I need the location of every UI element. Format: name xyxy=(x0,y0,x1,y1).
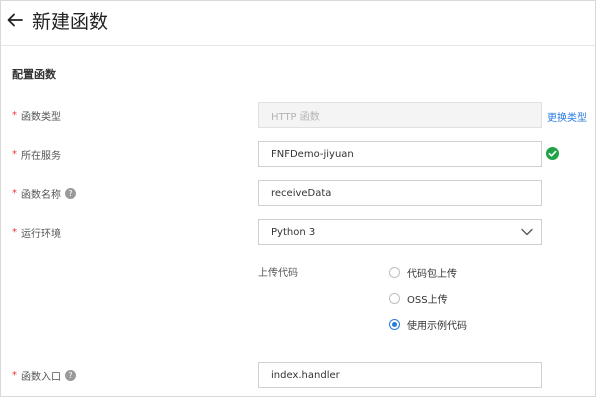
required-asterisk: * xyxy=(12,226,17,238)
runtime-select[interactable]: Python 3 xyxy=(258,219,542,245)
radio-button[interactable] xyxy=(389,293,400,304)
runtime-value: Python 3 xyxy=(271,226,316,238)
entry-label-row: * 函数入口 ? xyxy=(12,367,76,383)
runtime-label: 运行环境 xyxy=(21,228,61,240)
function-name-label-row: * 函数名称 ? xyxy=(12,185,76,201)
function-name-label: 函数名称 xyxy=(21,189,61,201)
required-asterisk: * xyxy=(12,369,17,381)
change-type-link[interactable]: 更换类型 xyxy=(547,109,587,124)
entry-label: 函数入口 xyxy=(21,371,61,383)
radio-label: OSS上传 xyxy=(407,295,448,306)
required-asterisk: * xyxy=(12,109,17,121)
runtime-label-row: * 运行环境 xyxy=(12,224,61,240)
radio-label: 代码包上传 xyxy=(407,269,457,280)
function-name-input[interactable]: receiveData xyxy=(258,180,542,206)
function-type-field: HTTP 函数 xyxy=(258,102,542,128)
entry-value: index.handler xyxy=(271,369,340,381)
function-type-label-row: * 函数类型 xyxy=(12,107,61,123)
entry-input[interactable]: index.handler xyxy=(258,362,542,388)
page-title: 新建函数 xyxy=(32,10,109,33)
service-field[interactable]: FNFDemo-jiyuan xyxy=(258,141,542,167)
check-circle-icon xyxy=(546,147,559,160)
radio-label: 使用示例代码 xyxy=(407,321,467,332)
service-value: FNFDemo-jiyuan xyxy=(271,148,354,160)
function-type-value: HTTP 函数 xyxy=(271,111,320,123)
function-type-label: 函数类型 xyxy=(21,111,61,123)
section-title: 配置函数 xyxy=(12,68,56,81)
required-asterisk: * xyxy=(12,187,17,199)
radio-button-selected[interactable] xyxy=(389,319,400,330)
question-circle-icon[interactable]: ? xyxy=(65,369,76,381)
page-header: 新建函数 xyxy=(6,6,108,34)
function-name-value: receiveData xyxy=(271,187,332,199)
radio-button[interactable] xyxy=(389,267,400,278)
service-label: 所在服务 xyxy=(21,150,61,162)
header-divider xyxy=(1,45,595,46)
required-asterisk: * xyxy=(12,148,17,160)
radio-option-sample-code[interactable]: 使用示例代码 xyxy=(389,317,467,332)
service-label-row: * 所在服务 xyxy=(12,146,61,162)
arrow-left-icon[interactable] xyxy=(6,11,24,29)
question-circle-icon[interactable]: ? xyxy=(65,187,76,199)
radio-option-package-upload[interactable]: 代码包上传 xyxy=(389,265,457,280)
radio-option-oss-upload[interactable]: OSS上传 xyxy=(389,291,448,306)
chevron-down-icon xyxy=(521,228,533,236)
upload-code-label: 上传代码 xyxy=(258,268,298,279)
